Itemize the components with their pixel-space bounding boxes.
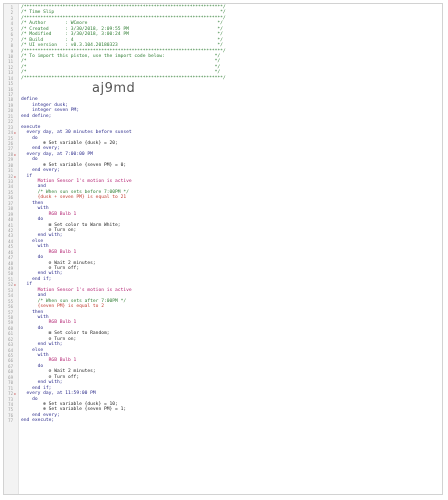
import-code: aj9md	[92, 81, 136, 96]
line-number: 77	[8, 418, 13, 424]
code-lines: 1/**************************************…	[4, 5, 442, 424]
code-line: 77 end execute;	[4, 418, 442, 423]
code-text: end execute;	[21, 418, 55, 424]
piston-code-view: 1/**************************************…	[3, 3, 443, 495]
